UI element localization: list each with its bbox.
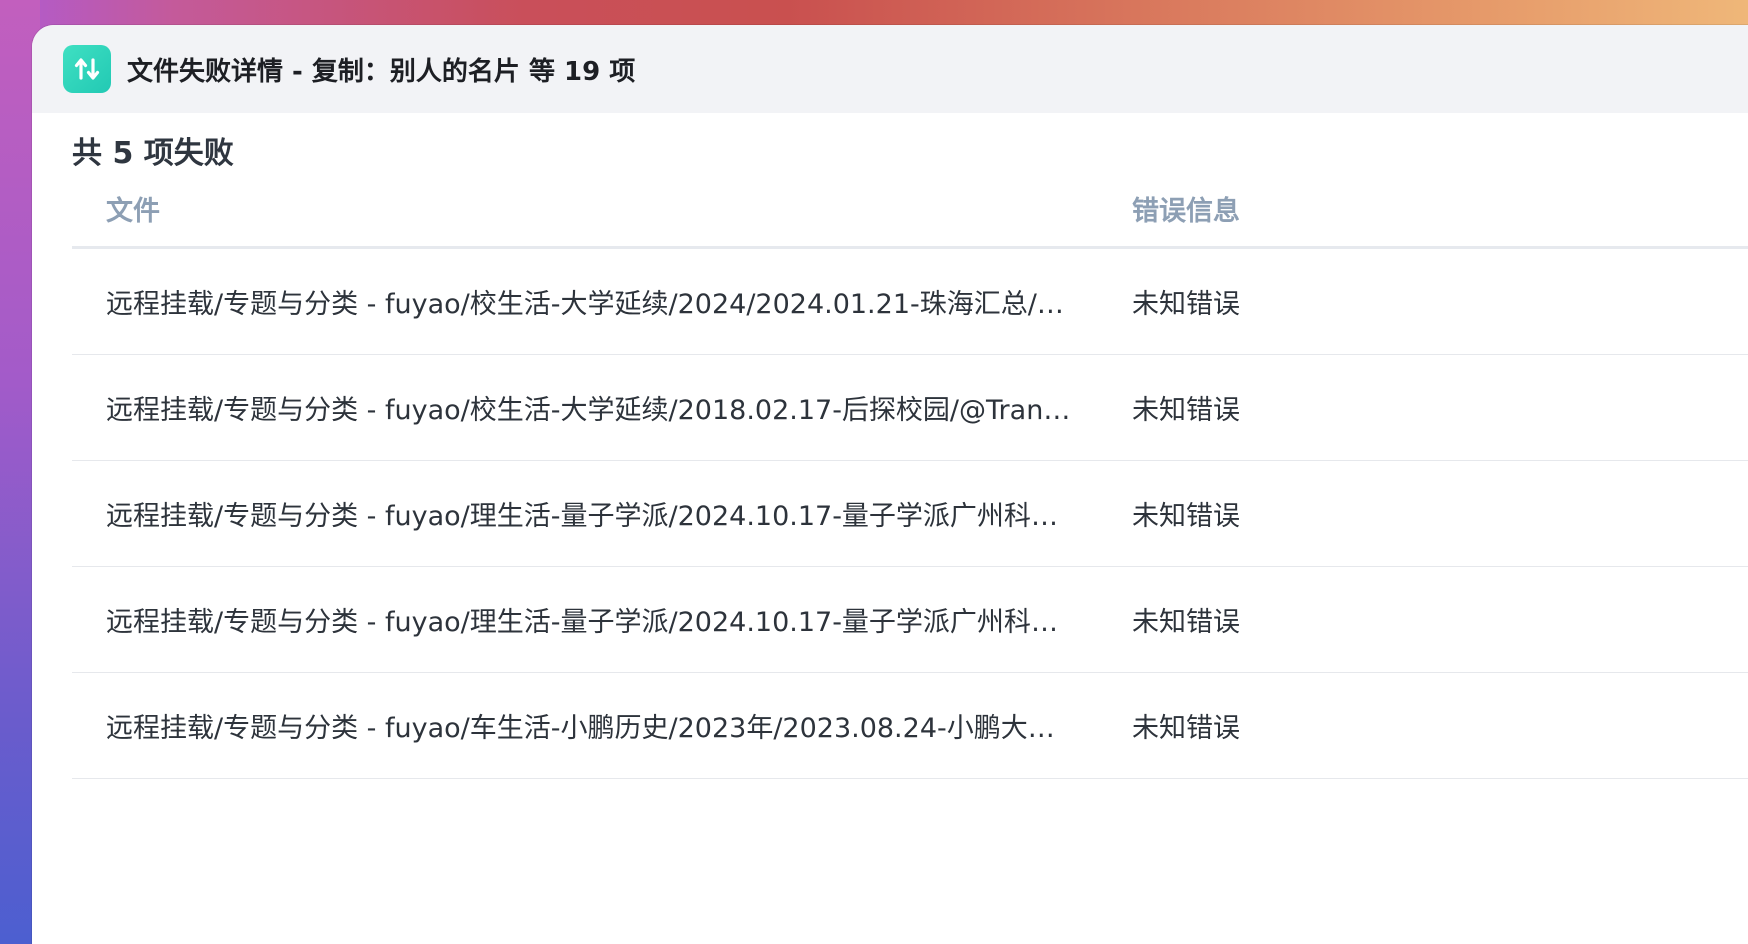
error-cell: 未知错误	[1132, 289, 1240, 320]
file-path-cell: 远程挂载/专题与分类 - fuyao/理生活-量子学派/2024.10.17-量…	[106, 501, 1084, 532]
file-path-cell: 远程挂载/专题与分类 - fuyao/校生活-大学延续/2018.02.17-后…	[106, 395, 1098, 426]
table-row[interactable]: 远程挂载/专题与分类 - fuyao/校生活-大学延续/2024/2024.01…	[72, 249, 1748, 355]
table-row[interactable]: 远程挂载/专题与分类 - fuyao/理生活-量子学派/2024.10.17-量…	[72, 567, 1748, 673]
content-area: 共 5 项失败 文件 错误信息 远程挂载/专题与分类 - fuyao/校生活-大…	[32, 134, 1748, 779]
failure-table: 文件 错误信息 远程挂载/专题与分类 - fuyao/校生活-大学延续/2024…	[72, 195, 1748, 779]
title-bar[interactable]: 文件失败详情 - 复制：别人的名片 等 19 项	[32, 25, 1748, 113]
column-header-file: 文件	[106, 196, 160, 227]
file-path-cell: 远程挂载/专题与分类 - fuyao/校生活-大学延续/2024/2024.01…	[106, 289, 1090, 320]
failure-summary: 共 5 项失败	[72, 136, 234, 171]
desktop-background: 文件失败详情 - 复制：别人的名片 等 19 项 共 5 项失败 文件 错误信息…	[0, 0, 1748, 944]
error-cell: 未知错误	[1132, 713, 1240, 744]
error-cell: 未知错误	[1132, 395, 1240, 426]
transfer-arrows-icon	[63, 45, 111, 93]
column-header-error: 错误信息	[1132, 196, 1240, 227]
file-path-cell: 远程挂载/专题与分类 - fuyao/理生活-量子学派/2024.10.17-量…	[106, 607, 1084, 638]
error-cell: 未知错误	[1132, 607, 1240, 638]
window-title: 文件失败详情 - 复制：别人的名片 等 19 项	[127, 56, 636, 87]
table-row[interactable]: 远程挂载/专题与分类 - fuyao/校生活-大学延续/2018.02.17-后…	[72, 355, 1748, 461]
table-header: 文件 错误信息	[72, 195, 1748, 249]
file-path-cell: 远程挂载/专题与分类 - fuyao/车生活-小鹏历史/2023年/2023.0…	[106, 713, 1081, 744]
table-row[interactable]: 远程挂载/专题与分类 - fuyao/理生活-量子学派/2024.10.17-量…	[72, 461, 1748, 567]
error-cell: 未知错误	[1132, 501, 1240, 532]
failure-details-window: 文件失败详情 - 复制：别人的名片 等 19 项 共 5 项失败 文件 错误信息…	[32, 25, 1748, 944]
table-row[interactable]: 远程挂载/专题与分类 - fuyao/车生活-小鹏历史/2023年/2023.0…	[72, 673, 1748, 779]
